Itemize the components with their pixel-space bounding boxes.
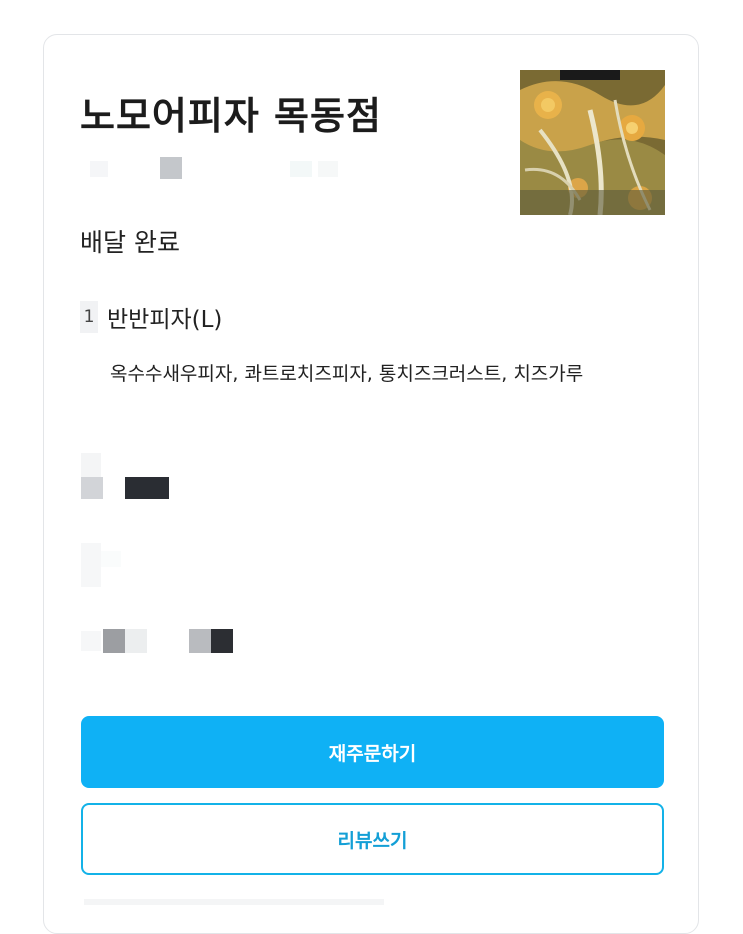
item-options: 옥수수새우피자, 콰트로치즈피자, 통치즈크러스트, 치즈가루 [110,363,584,385]
order-status: 배달 완료 [80,228,180,257]
order-item: 1 반반피자(L) [80,300,222,334]
reorder-button[interactable]: 재주문하기 [81,716,664,788]
redacted-price-row [81,453,181,501]
next-section-edge [84,899,384,905]
pizza-image [520,70,665,215]
store-thumbnail[interactable] [520,70,665,215]
item-quantity: 1 [80,301,98,333]
redacted-meta [90,157,338,179]
redacted-date-row [81,629,241,653]
write-review-button[interactable]: 리뷰쓰기 [81,803,664,875]
store-name[interactable]: 노모어피자 목동점 [80,85,382,140]
order-card: 노모어피자 목동점 배달 완료 1 반반피자(L) 옥수수새우피자, 콰트로치즈… [43,34,699,934]
item-name: 반반피자(L) [107,307,223,333]
redacted-address-row [81,543,141,587]
